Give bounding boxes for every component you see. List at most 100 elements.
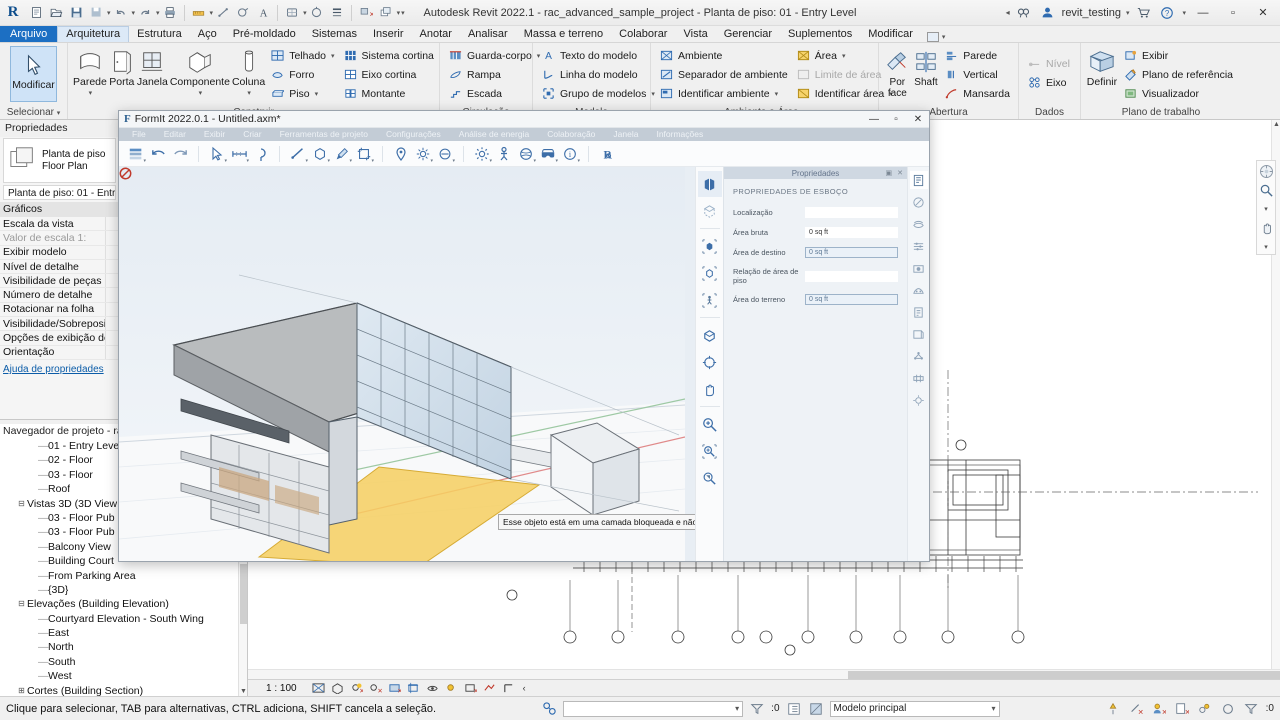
tag-icon[interactable] xyxy=(233,3,253,23)
plano-de-referencia-button[interactable]: Plano de referência xyxy=(1120,65,1236,84)
camera-icon[interactable] xyxy=(910,259,928,277)
user-name-label[interactable]: revit_testing xyxy=(1062,7,1121,19)
active-workset-icon[interactable]: ✕ xyxy=(1151,701,1167,717)
aligned-dimension-icon[interactable] xyxy=(213,3,233,23)
sun-dropdown-icon[interactable]: ▾ xyxy=(430,158,433,164)
field-area-de-destino[interactable]: Área de destino 0 sq ft xyxy=(733,247,898,258)
tab-analisar[interactable]: Analisar xyxy=(460,27,516,42)
materials-icon[interactable] xyxy=(910,193,928,211)
line-dropdown-icon[interactable]: ▾ xyxy=(305,158,308,164)
vr-dropdown-icon[interactable]: ▾ xyxy=(555,158,558,164)
status-filter-combo[interactable]: ▾ xyxy=(563,700,744,717)
parede-dropdown-icon[interactable]: ▾ xyxy=(89,88,93,99)
janela-button[interactable]: Janela xyxy=(137,44,168,88)
escada-button[interactable]: Escada xyxy=(445,84,543,103)
detail-level-icon[interactable] xyxy=(312,681,326,695)
orbit-icon[interactable] xyxy=(698,233,722,259)
pan-icon[interactable] xyxy=(1258,221,1274,236)
properties-type-dropdown[interactable]: Planta de piso: 01 - Entry Level xyxy=(3,185,116,200)
browser-item-east[interactable]: — East xyxy=(4,626,247,640)
vr-headset-icon[interactable]: ▾ xyxy=(537,143,559,165)
identificar-ambiente-dropdown-icon[interactable]: ▾ xyxy=(775,90,779,98)
componente-dropdown-icon[interactable]: ▾ xyxy=(199,88,203,99)
identificar-ambiente-button[interactable]: Identificar ambiente ▾ xyxy=(656,84,791,103)
reveal-hidden-icon[interactable]: ✕ xyxy=(464,681,478,695)
revit-link-icon[interactable]: R xyxy=(596,143,618,165)
property-value[interactable] xyxy=(105,217,119,231)
sun-settings-icon[interactable]: ▾ xyxy=(412,143,434,165)
panel-undock-icon[interactable]: ▣ xyxy=(886,169,893,177)
shadows-icon[interactable]: ✕ xyxy=(369,681,383,695)
field-area-do-terreno[interactable]: Área do terreno 0 sq ft xyxy=(733,294,898,305)
property-value[interactable] xyxy=(105,259,119,274)
ambiente-button[interactable]: Ambiente xyxy=(656,46,791,65)
reveal-constraints-icon[interactable] xyxy=(1220,701,1236,717)
hidden-line-icon[interactable] xyxy=(698,198,722,224)
area-dropdown-icon[interactable]: ▾ xyxy=(842,52,846,60)
separador-de-ambiente-button[interactable]: Separador de ambiente xyxy=(656,65,791,84)
browser-scroll-down-icon[interactable]: ▼ xyxy=(239,687,247,696)
close-button[interactable]: ✕ xyxy=(1250,1,1276,25)
location-icon[interactable] xyxy=(390,143,412,165)
shadow-dropdown-icon[interactable]: ▾ xyxy=(452,158,455,164)
definir-button[interactable]: Definir xyxy=(1086,44,1118,88)
tree-collapse-icon[interactable]: ⊟ xyxy=(16,497,27,511)
switch-windows-dropdown-icon[interactable]: ▾ xyxy=(397,9,401,17)
settings-dropdown-icon[interactable]: ▾ xyxy=(489,158,492,164)
tab-colaborar[interactable]: Colaborar xyxy=(611,27,675,42)
measure-icon[interactable] xyxy=(189,3,209,23)
rampa-button[interactable]: Rampa xyxy=(445,65,543,84)
tree-collapse-icon[interactable]: ⊟ xyxy=(16,597,27,611)
tab-pre-moldado[interactable]: Pré-moldado xyxy=(225,27,304,42)
thin-lines-icon[interactable] xyxy=(327,3,347,23)
formit-minimize-button[interactable]: — xyxy=(863,111,885,128)
property-value[interactable] xyxy=(105,331,119,345)
property-value[interactable] xyxy=(105,302,119,317)
search-collapse-icon[interactable]: ◂ xyxy=(1006,8,1010,17)
browser-scroll-thumb[interactable] xyxy=(240,564,247,624)
menu-exibir[interactable]: Exibir xyxy=(195,128,234,141)
default-3d-view-icon[interactable] xyxy=(282,3,302,23)
save-icon[interactable] xyxy=(66,3,86,23)
browser-item-west[interactable]: — West xyxy=(4,669,247,683)
zoom-dropdown-icon[interactable]: ▾ xyxy=(1258,202,1274,217)
tab-sistemas[interactable]: Sistemas xyxy=(304,27,365,42)
tree-expand-icon[interactable]: ⊞ xyxy=(16,684,27,696)
share-dropdown-icon[interactable]: ▾ xyxy=(533,158,536,164)
measure-tape-icon[interactable]: ▾ xyxy=(228,143,250,165)
telhado-dropdown-icon[interactable]: ▾ xyxy=(331,52,335,60)
panel-expand-icon[interactable]: ▾ xyxy=(57,110,61,117)
levels-icon[interactable] xyxy=(910,237,928,255)
formit-close-button[interactable]: ✕ xyxy=(907,111,929,128)
section-icon[interactable] xyxy=(307,3,327,23)
formit-properties-header[interactable]: Propriedades ▣ ✕ xyxy=(724,167,907,179)
menu-colaboracao[interactable]: Colaboração xyxy=(538,128,604,141)
modificar-button[interactable]: Modificar xyxy=(10,46,57,102)
property-row[interactable]: Rotacionar na folha xyxy=(0,302,119,318)
undo-icon[interactable] xyxy=(147,143,169,165)
por-face-button[interactable]: Por face xyxy=(884,44,911,99)
constraints-icon[interactable] xyxy=(502,681,516,695)
visual-style-icon[interactable] xyxy=(331,681,345,695)
shopping-cart-icon[interactable] xyxy=(1133,3,1153,23)
tab-arquitetura[interactable]: Arquitetura xyxy=(57,26,130,42)
menu-criar[interactable]: Criar xyxy=(234,128,270,141)
montante-button[interactable]: Montante xyxy=(340,84,437,103)
field-value[interactable] xyxy=(805,207,898,218)
tab-gerenciar[interactable]: Gerenciar xyxy=(716,27,780,42)
property-row[interactable]: Número de detalhe xyxy=(0,288,119,303)
menu-informacoes[interactable]: Informações xyxy=(647,128,712,141)
sketch-icon[interactable] xyxy=(910,303,928,321)
properties-help-link[interactable]: Ajuda de propriedades xyxy=(3,364,104,375)
menu-configuracoes[interactable]: Configurações xyxy=(377,128,450,141)
user-dropdown-icon[interactable]: ▾ xyxy=(1126,9,1130,17)
switch-windows-icon[interactable] xyxy=(376,3,396,23)
show-crop-icon[interactable] xyxy=(426,681,440,695)
worksets-icon[interactable] xyxy=(786,701,802,717)
tab-anotar[interactable]: Anotar xyxy=(412,27,460,42)
browser-item-from-parking-area[interactable]: — From Parking Area xyxy=(4,569,247,583)
shape-tool-icon[interactable]: ▾ xyxy=(309,143,331,165)
field-localizacao[interactable]: Localização xyxy=(733,207,898,218)
line-tool-icon[interactable]: ▾ xyxy=(287,143,309,165)
zoom-in-icon[interactable] xyxy=(698,411,722,437)
